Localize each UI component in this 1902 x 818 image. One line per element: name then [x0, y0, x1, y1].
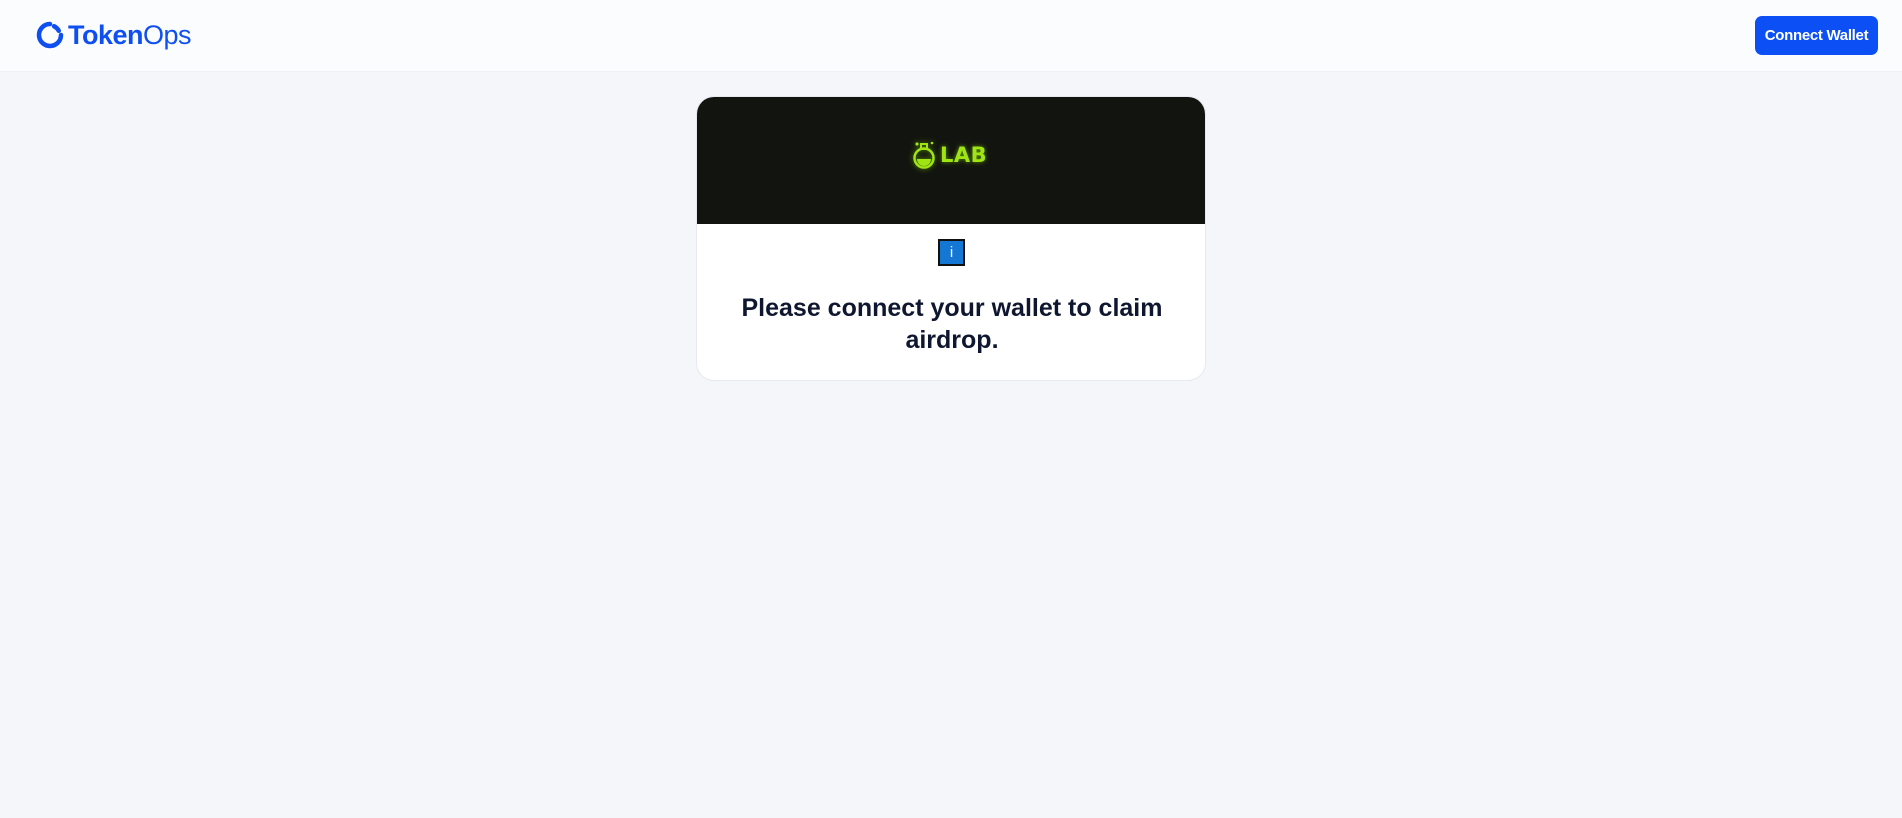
airdrop-card: LAB i Please connect your wallet to clai…	[696, 96, 1206, 381]
brand-name-token: Token	[68, 20, 144, 50]
lab-logo-text: LAB	[940, 143, 988, 167]
card-banner: LAB	[697, 97, 1205, 224]
connect-wallet-button[interactable]: Connect Wallet	[1755, 16, 1878, 55]
lab-logo: LAB	[912, 139, 992, 171]
brand-name: TokenOps	[68, 18, 192, 52]
info-icon: i	[938, 239, 965, 266]
top-header: TokenOps Connect Wallet	[0, 0, 1902, 72]
flask-icon	[913, 141, 935, 169]
tokenops-logo-icon	[36, 21, 64, 49]
connect-wallet-message: Please connect your wallet to claim aird…	[741, 294, 1163, 354]
brand-name-ops: Ops	[143, 20, 192, 50]
tokenops-logo[interactable]: TokenOps	[36, 18, 192, 52]
